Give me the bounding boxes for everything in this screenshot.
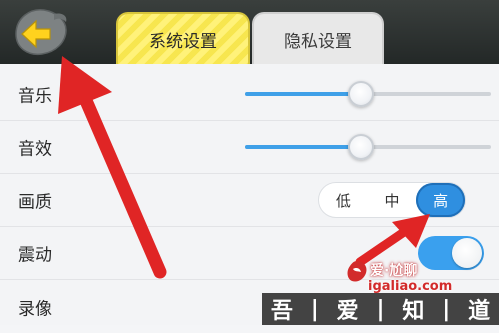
- sound-slider[interactable]: [245, 134, 491, 160]
- back-arrow-icon: [15, 9, 67, 56]
- tab-privacy-settings[interactable]: 隐私设置: [252, 12, 384, 64]
- tab-system-settings[interactable]: 系统设置: [116, 12, 250, 64]
- top-bar: 系统设置 隐私设置: [0, 0, 499, 64]
- setting-row-quality: 画质 低 中 高: [0, 174, 499, 227]
- setting-row-sound: 音效: [0, 121, 499, 174]
- setting-label-record: 录像: [18, 299, 52, 319]
- vibration-toggle[interactable]: [418, 236, 484, 270]
- quality-segmented-control: 低 中 高: [318, 182, 466, 218]
- setting-label-sound: 音效: [18, 139, 52, 160]
- setting-row-record: 录像: [0, 280, 499, 333]
- music-slider-thumb[interactable]: [347, 81, 374, 107]
- sound-slider-thumb[interactable]: [347, 134, 374, 160]
- setting-row-music: 音乐: [0, 68, 499, 121]
- toggle-knob: [452, 238, 482, 268]
- setting-row-vibration: 震动: [0, 227, 499, 280]
- settings-panel: 音乐 音效 画质 低 中 高 震动 录像: [0, 64, 499, 325]
- music-slider-fill: [245, 92, 361, 96]
- quality-option-high[interactable]: 高: [416, 183, 466, 217]
- sound-slider-fill: [245, 145, 361, 149]
- quality-option-medium[interactable]: 中: [368, 183, 417, 217]
- setting-label-music: 音乐: [18, 86, 52, 107]
- setting-label-vibration: 震动: [18, 245, 52, 266]
- back-button[interactable]: [10, 4, 72, 60]
- music-slider[interactable]: [245, 81, 491, 107]
- quality-option-low[interactable]: 低: [319, 183, 368, 217]
- tab-label: 隐私设置: [284, 31, 352, 52]
- tab-label: 系统设置: [149, 31, 217, 52]
- setting-label-quality: 画质: [18, 192, 52, 213]
